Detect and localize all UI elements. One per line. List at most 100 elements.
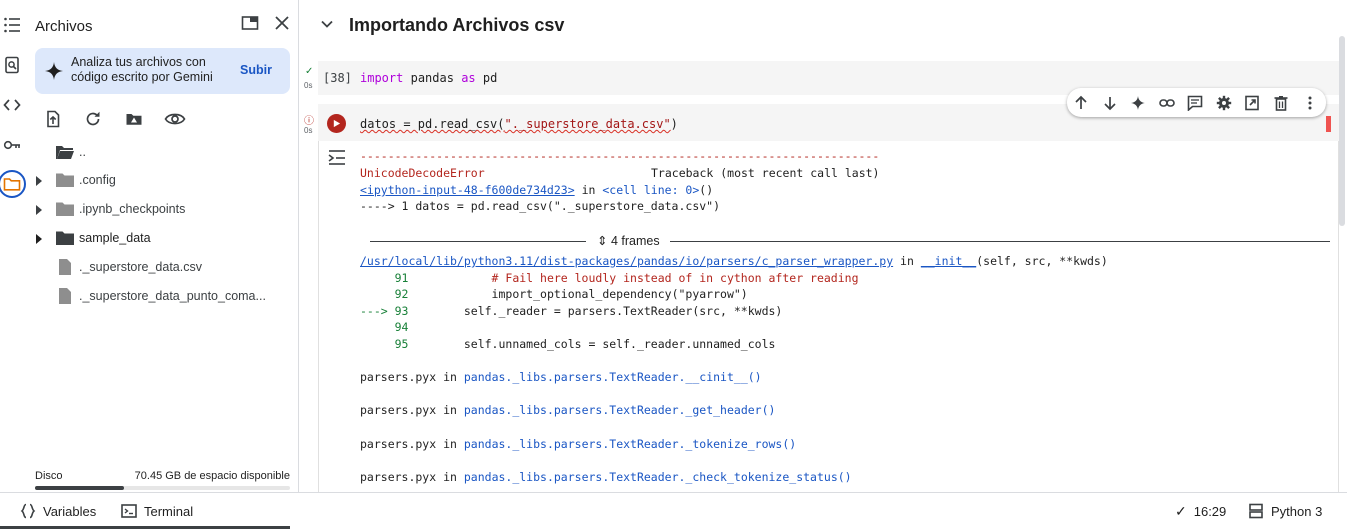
file-icon bbox=[55, 288, 75, 304]
tree-item-csv-coma[interactable]: ._superstore_data_punto_coma... bbox=[24, 285, 294, 307]
link-icon[interactable] bbox=[1157, 93, 1176, 112]
execution-status[interactable]: ✓ 16:29 bbox=[1175, 503, 1226, 520]
chevron-down-icon[interactable] bbox=[320, 17, 334, 31]
chevron-right-icon[interactable] bbox=[34, 203, 44, 215]
gear-icon[interactable] bbox=[1214, 93, 1233, 112]
scrollbar[interactable] bbox=[1339, 36, 1345, 226]
folder-icon[interactable] bbox=[2, 174, 22, 194]
expand-icon: ⇕ bbox=[597, 234, 608, 248]
play-icon bbox=[333, 119, 341, 128]
move-up-icon[interactable] bbox=[1071, 93, 1090, 112]
file-icon bbox=[55, 259, 75, 275]
tree-item-parent[interactable]: .. bbox=[24, 141, 294, 163]
exec-time: 0s bbox=[304, 81, 313, 90]
tree-item-label: .config bbox=[79, 173, 116, 187]
gemini-sparkle-icon bbox=[43, 60, 65, 82]
frame-func: pandas._libs.parsers.TextReader.__cinit_… bbox=[463, 370, 762, 384]
runtime-button[interactable]: Python 3 bbox=[1248, 503, 1322, 519]
runtime-label: Python 3 bbox=[1271, 503, 1323, 519]
tree-item-sample-data[interactable]: sample_data bbox=[24, 227, 294, 249]
error-icon: ⓘ bbox=[304, 116, 314, 127]
search-doc-icon[interactable] bbox=[2, 55, 22, 75]
frames-count: 4 frames bbox=[610, 234, 660, 248]
cell-ref-tail: () bbox=[699, 183, 714, 197]
frames-divider-left bbox=[370, 241, 586, 242]
line-number: 95 bbox=[360, 337, 409, 351]
line-number: ---> 93 bbox=[360, 304, 409, 318]
key-icon[interactable] bbox=[2, 135, 22, 155]
traceback-arrow-line: ----> 1 datos = pd.read_csv("._superstor… bbox=[360, 199, 720, 213]
close-icon[interactable] bbox=[272, 13, 292, 33]
expand-frames-button[interactable]: ⇕ 4 frames bbox=[597, 233, 660, 248]
frame-line: parsers.pyx in pandas._libs.parsers.Text… bbox=[360, 370, 762, 384]
move-down-icon[interactable] bbox=[1100, 93, 1119, 112]
folder-icon bbox=[55, 172, 75, 188]
input-link[interactable]: <ipython-input-48-f600de734d23> bbox=[360, 183, 575, 197]
in-word: in bbox=[436, 470, 464, 484]
frame-file: parsers.pyx bbox=[360, 437, 437, 451]
last-run-time: 16:29 bbox=[1193, 504, 1227, 519]
line-number: 94 bbox=[360, 320, 409, 334]
gemini-sparkle-icon[interactable] bbox=[1128, 93, 1147, 112]
delete-icon[interactable] bbox=[1271, 93, 1290, 112]
open-in-tab-icon[interactable] bbox=[240, 13, 260, 33]
exec-count: [38] bbox=[323, 71, 352, 85]
disk-free-text: 70.45 GB de espacio disponible bbox=[134, 470, 290, 482]
braces-icon bbox=[20, 503, 36, 519]
source-line: 91 # Fail here loudly instead of in cyth… bbox=[360, 271, 859, 285]
disk-usage-bar bbox=[35, 486, 290, 490]
in-word: in bbox=[436, 437, 464, 451]
line-code: self.unnamed_cols = self._reader.unnamed… bbox=[408, 337, 776, 351]
line-number: 91 bbox=[360, 271, 409, 285]
refresh-icon[interactable] bbox=[82, 108, 104, 130]
code-snippets-icon[interactable] bbox=[2, 95, 22, 115]
files-panel: Archivos Analiza tus archivos con código… bbox=[24, 0, 299, 492]
folder-icon bbox=[55, 201, 75, 217]
code-suffix: ) bbox=[670, 117, 678, 131]
toc-icon[interactable] bbox=[2, 15, 22, 35]
variables-button[interactable]: Variables bbox=[20, 503, 96, 519]
source-line: 94 bbox=[360, 320, 409, 334]
frame-file: parsers.pyx bbox=[360, 403, 437, 417]
code-string: "._superstore_data.csv" bbox=[504, 117, 671, 131]
check-icon: ✓ bbox=[1175, 503, 1187, 519]
comment-icon[interactable] bbox=[1185, 93, 1204, 112]
left-rail bbox=[0, 0, 26, 492]
tree-item-label: .. bbox=[79, 145, 86, 159]
mount-drive-icon[interactable] bbox=[123, 108, 145, 130]
eye-icon[interactable] bbox=[164, 108, 186, 130]
more-vert-icon[interactable] bbox=[1300, 93, 1319, 112]
source-line: 92 import_optional_dependency("pyarrow") bbox=[360, 287, 748, 301]
terminal-button[interactable]: Terminal bbox=[121, 503, 193, 519]
file-path-link[interactable]: /usr/local/lib/python3.11/dist-packages/… bbox=[360, 254, 893, 268]
upload-button[interactable]: Subir bbox=[240, 63, 272, 77]
tree-item-checkpoints[interactable]: .ipynb_checkpoints bbox=[24, 198, 294, 220]
open-in-editor-icon[interactable] bbox=[1242, 93, 1261, 112]
upload-file-icon[interactable] bbox=[42, 108, 64, 130]
run-cell-button[interactable] bbox=[327, 114, 346, 133]
error-name: UnicodeDecodeError bbox=[360, 166, 485, 180]
frame-func: pandas._libs.parsers.TextReader._get_hea… bbox=[463, 403, 776, 417]
source-line: 95 self.unnamed_cols = self._reader.unna… bbox=[360, 337, 776, 351]
tree-item-csv[interactable]: ._superstore_data.csv bbox=[24, 256, 294, 278]
output-toggle-icon[interactable] bbox=[327, 148, 347, 166]
tree-item-label: .ipynb_checkpoints bbox=[79, 202, 186, 216]
terminal-label: Terminal bbox=[144, 503, 194, 519]
frame-file: parsers.pyx bbox=[360, 370, 437, 384]
folder-icon bbox=[55, 230, 75, 246]
traceback-title: Traceback (most recent call last) bbox=[651, 166, 880, 180]
code-line[interactable]: import pandas as pd bbox=[360, 71, 497, 85]
frames-divider-right bbox=[670, 241, 1330, 242]
line-code: self._reader = parsers.TextReader(src, *… bbox=[408, 304, 783, 318]
chevron-right-icon[interactable] bbox=[34, 174, 44, 186]
module-name: pandas bbox=[410, 71, 454, 85]
frame-line: parsers.pyx in pandas._libs.parsers.Text… bbox=[360, 437, 796, 451]
keyword: import bbox=[360, 71, 404, 85]
chevron-right-icon[interactable] bbox=[34, 232, 44, 244]
traceback-header: UnicodeDecodeError Traceback (most recent… bbox=[360, 166, 879, 180]
folder-open-icon bbox=[55, 144, 75, 160]
code-line[interactable]: datos = pd.read_csv("._superstore_data.c… bbox=[360, 117, 678, 131]
tree-item-config[interactable]: .config bbox=[24, 169, 294, 191]
func-link[interactable]: __init__ bbox=[921, 254, 976, 268]
keyword: as bbox=[461, 71, 476, 85]
